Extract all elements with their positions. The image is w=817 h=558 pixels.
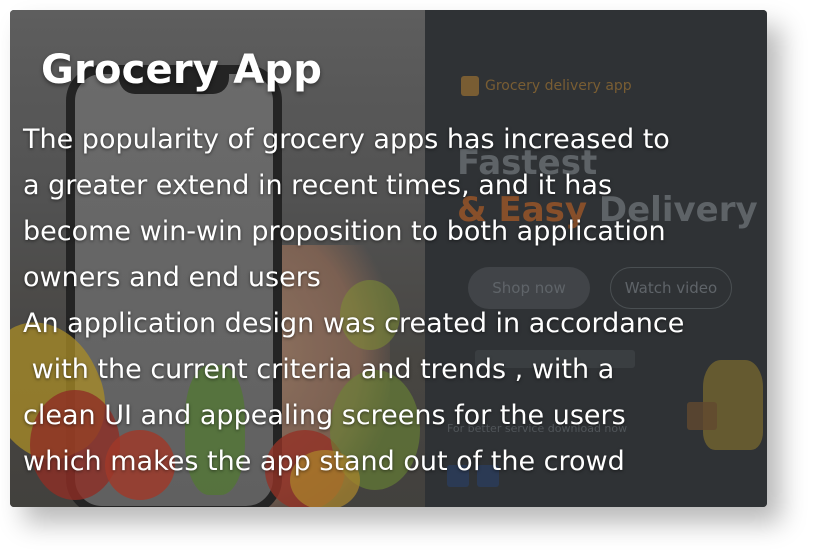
description-line: clean UI and appealing screens for the u… <box>23 400 626 431</box>
description-line: An application design was created in acc… <box>23 308 685 339</box>
description-line: owners and end users <box>23 262 321 293</box>
description-line: a greater extend in recent times, and it… <box>23 170 613 201</box>
description-line: The popularity of grocery apps has incre… <box>23 124 670 155</box>
card-description: The popularity of grocery apps has incre… <box>23 117 767 485</box>
project-card[interactable]: Grocery delivery app Fastest & Easy Deli… <box>10 10 767 507</box>
card-title: Grocery App <box>41 47 323 93</box>
description-line: which makes the app stand out of the cro… <box>23 446 625 477</box>
description-line: become win-win proposition to both appli… <box>23 216 666 247</box>
description-line: with the current criteria and trends , w… <box>23 354 615 385</box>
